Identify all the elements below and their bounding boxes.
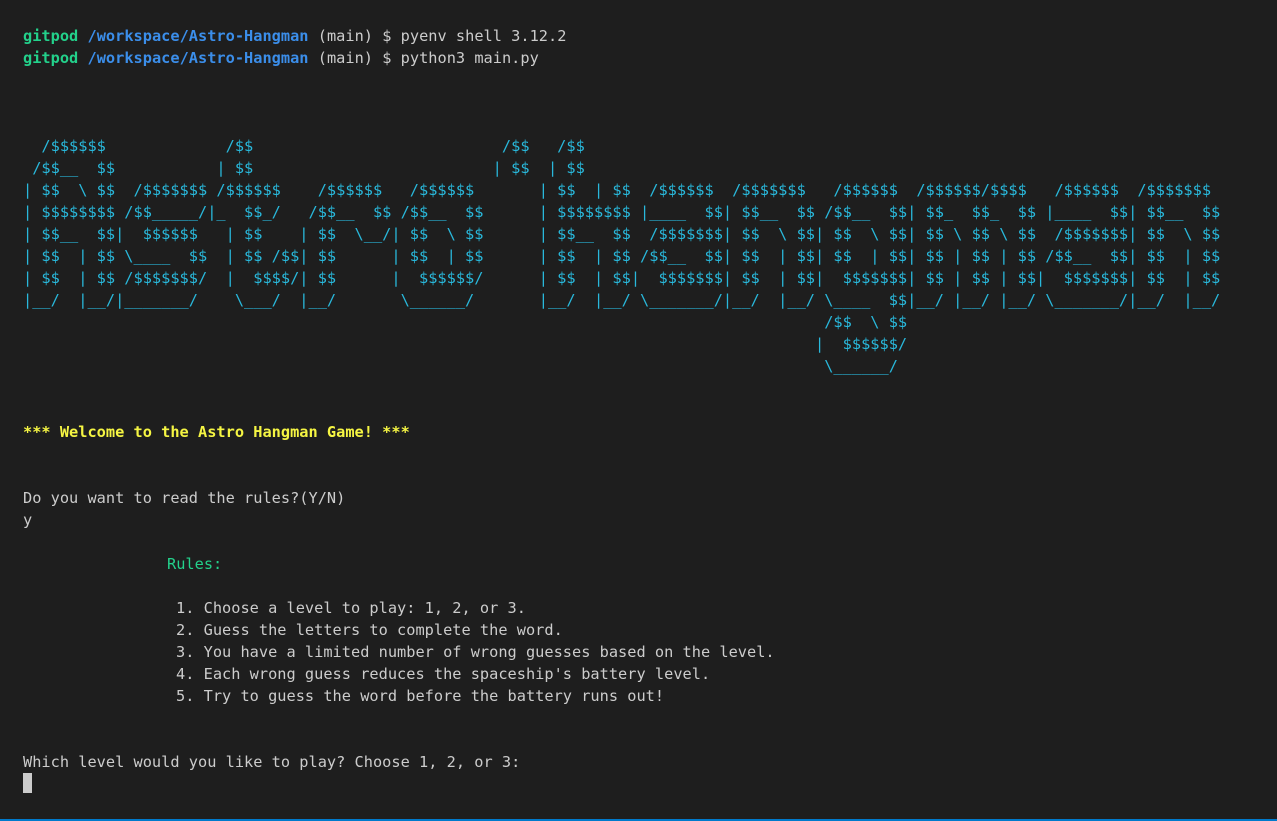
welcome-message: *** Welcome to the Astro Hangman Game! *…: [23, 423, 410, 441]
rules-title: Rules:: [167, 555, 223, 573]
rules-question: Do you want to read the rules?(Y/N): [23, 489, 346, 507]
terminal-panel[interactable]: gitpod /workspace/Astro-Hangman (main) $…: [0, 0, 1277, 819]
prompt-command: python3 main.py: [400, 49, 539, 67]
level-prompt: Which level would you like to play? Choo…: [23, 753, 521, 771]
ascii-title-line: | $$ | $$ \____ $$ | $$ /$$| $$ | $$ | $…: [23, 247, 1221, 265]
user-answer: y: [23, 511, 33, 529]
prompt-branch: (main): [317, 49, 373, 67]
rule-item: 2. Guess the letters to complete the wor…: [176, 621, 563, 639]
rule-item: 4. Each wrong guess reduces the spaceshi…: [176, 665, 711, 683]
prompt-user: gitpod: [23, 49, 79, 67]
ascii-title-line: |__/ |__/|_______/ \___/ |__/ \______/ |…: [23, 291, 1221, 309]
prompt-branch: (main): [317, 27, 373, 45]
prompt-symbol: $: [382, 27, 392, 45]
ascii-title-line: | $$$$$$$$ /$$_____/|_ $$_/ /$$__ $$ /$$…: [23, 203, 1221, 221]
ascii-title-line: \______/: [23, 357, 898, 375]
ascii-title-line: | $$$$$$/: [23, 335, 908, 353]
ascii-title-line: /$$__ $$ | $$ | $$ | $$: [23, 159, 585, 177]
shell-prompt-line: gitpod /workspace/Astro-Hangman (main) $…: [23, 47, 539, 69]
ascii-title-line: | $$ | $$ /$$$$$$$/ | $$$$/| $$ | $$$$$$…: [23, 269, 1221, 287]
shell-prompt-line: gitpod /workspace/Astro-Hangman (main) $…: [23, 25, 566, 47]
prompt-user: gitpod: [23, 27, 79, 45]
terminal-cursor[interactable]: [23, 773, 32, 793]
ascii-title-line: | $$ \ $$ /$$$$$$$ /$$$$$$ /$$$$$$ /$$$$…: [23, 181, 1212, 199]
prompt-command: pyenv shell 3.12.2: [400, 27, 567, 45]
ascii-title-line: | $$__ $$| $$$$$$ | $$ | $$ \__/| $$ \ $…: [23, 225, 1221, 243]
ascii-title-line: /$$ \ $$: [23, 313, 908, 331]
rule-item: 1. Choose a level to play: 1, 2, or 3.: [176, 599, 526, 617]
rule-item: 3. You have a limited number of wrong gu…: [176, 643, 775, 661]
prompt-path: /workspace/Astro-Hangman: [87, 49, 309, 67]
rule-item: 5. Try to guess the word before the batt…: [176, 687, 665, 705]
ascii-title-line: /$$$$$$ /$$ /$$ /$$: [23, 137, 585, 155]
prompt-symbol: $: [382, 49, 392, 67]
prompt-path: /workspace/Astro-Hangman: [87, 27, 309, 45]
